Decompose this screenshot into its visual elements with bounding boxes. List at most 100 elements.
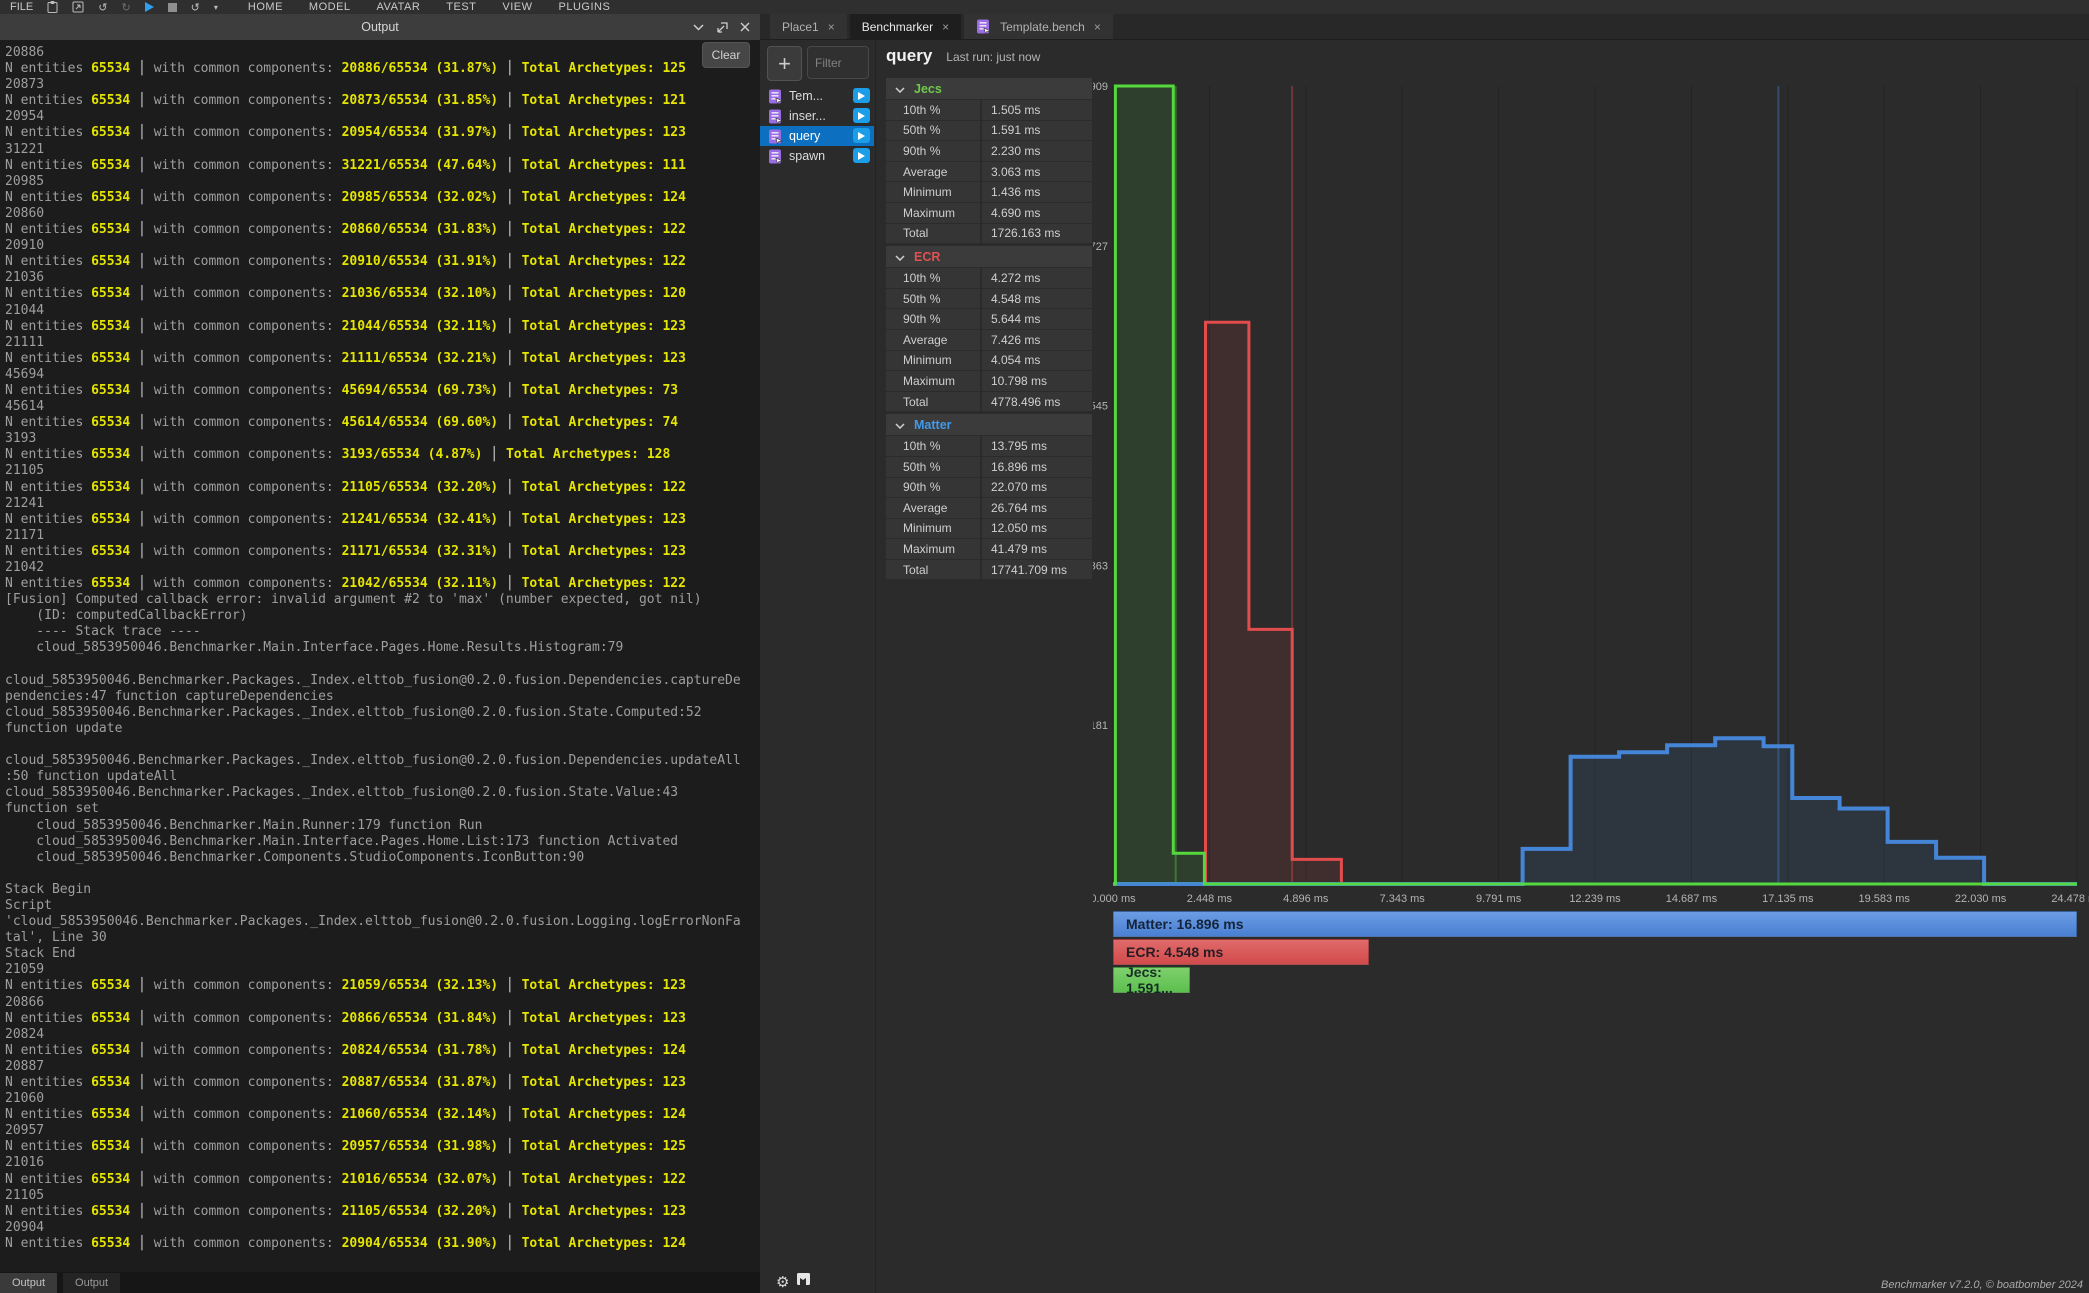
section-header-jecs[interactable]: Jecs: [886, 78, 1092, 99]
caret-down-icon[interactable]: ▾: [214, 3, 218, 12]
section-name: Matter: [914, 418, 952, 432]
console-line: 20866: [5, 995, 760, 1011]
console-line: 21036: [5, 270, 760, 286]
open-icon[interactable]: [72, 1, 84, 13]
play-icon: [858, 152, 865, 160]
docs-icon[interactable]: [796, 1272, 811, 1291]
tab-benchmarker[interactable]: Benchmarker×: [850, 14, 961, 39]
menu-view[interactable]: VIEW: [502, 1, 532, 13]
add-benchmark-button[interactable]: +: [767, 46, 802, 81]
console-line: 45614: [5, 399, 760, 415]
benchmark-list: Tem...inser...queryspawn: [760, 86, 874, 166]
run-benchmark-button[interactable]: [853, 108, 870, 123]
stat-value: 1726.163 ms: [982, 224, 1092, 244]
menu-test[interactable]: TEST: [446, 1, 476, 13]
stop-icon[interactable]: [168, 3, 177, 12]
run-benchmark-button[interactable]: [853, 128, 870, 143]
clear-button[interactable]: Clear: [702, 42, 750, 68]
tab-close-icon[interactable]: ×: [828, 20, 835, 34]
output-panel: Output Clear 20886 N entities 65534 │ wit…: [0, 14, 760, 1272]
console-line: 20873: [5, 77, 760, 93]
settings-gear-icon[interactable]: ⚙: [776, 1273, 789, 1291]
close-icon[interactable]: [740, 22, 750, 32]
tab-close-icon[interactable]: ×: [1094, 20, 1101, 34]
stat-row: Maximum10.798 ms: [886, 371, 1092, 391]
stat-label: Average: [886, 162, 980, 182]
stat-label: Maximum: [886, 539, 980, 559]
svg-text:909: 909: [1093, 81, 1108, 93]
play-icon[interactable]: [145, 2, 154, 12]
console-line: [5, 657, 760, 673]
script-icon: [768, 149, 783, 164]
console-entry-line: N entities 65534 │ with common component…: [5, 978, 760, 994]
tab-close-icon[interactable]: ×: [942, 20, 949, 34]
console-entry-line: N entities 65534 │ with common component…: [5, 544, 760, 560]
play-icon: [858, 132, 865, 140]
stat-row: 90th %5.644 ms: [886, 309, 1092, 329]
paste-icon[interactable]: [47, 1, 58, 13]
console-line: [5, 866, 760, 882]
last-run-label: Last run: just now: [946, 50, 1040, 64]
bottom-tab-output[interactable]: Output: [63, 1273, 120, 1293]
run-benchmark-button[interactable]: [853, 88, 870, 103]
output-panel-header[interactable]: Output: [0, 14, 760, 40]
menu-avatar[interactable]: AVATAR: [377, 1, 421, 13]
histogram-chart[interactable]: 0.000 ms2.448 ms4.896 ms7.343 ms9.791 ms…: [1093, 60, 2089, 920]
chevron-down-icon: [895, 416, 905, 434]
stat-label: Minimum: [886, 351, 980, 371]
stat-value: 13.795 ms: [982, 436, 1092, 456]
stat-label: 90th %: [886, 309, 980, 329]
stat-row: 10th %13.795 ms: [886, 436, 1092, 456]
benchmark-item-spawn[interactable]: spawn: [760, 146, 874, 166]
console-line: 20957: [5, 1123, 760, 1139]
tab-template-bench[interactable]: Template.bench×: [964, 14, 1113, 39]
legend-bar-matter[interactable]: Matter: 16.896 ms: [1113, 911, 2077, 937]
console-entry-line: N entities 65534 │ with common component…: [5, 222, 760, 238]
menu-home[interactable]: HOME: [248, 1, 283, 13]
stat-value: 3.063 ms: [982, 162, 1092, 182]
dock-icon[interactable]: [716, 22, 728, 33]
reset-icon[interactable]: ↺: [191, 1, 200, 14]
console-line: 21044: [5, 303, 760, 319]
section-header-ecr[interactable]: ECR: [886, 246, 1092, 267]
console-line: 21060: [5, 1091, 760, 1107]
filter-input[interactable]: [808, 47, 868, 78]
benchmark-item-inser[interactable]: inser...: [760, 106, 874, 126]
console-line: 20886: [5, 45, 760, 61]
console-line: 20910: [5, 238, 760, 254]
file-menu[interactable]: FILE: [10, 1, 33, 13]
bottom-tab-output[interactable]: Output: [0, 1273, 57, 1293]
stat-row: Average3.063 ms: [886, 162, 1092, 182]
tab-place1[interactable]: Place1×: [770, 14, 847, 39]
console-line: 21241: [5, 496, 760, 512]
console-line: function update: [5, 721, 760, 737]
legend-bar-ecr[interactable]: ECR: 4.548 ms: [1113, 939, 1369, 965]
console-entry-line: N entities 65534 │ with common component…: [5, 1204, 760, 1220]
chart-legend: Matter: 16.896 msECR: 4.548 msJecs: 1.59…: [1113, 911, 2077, 995]
chevron-down-icon[interactable]: [693, 24, 704, 31]
results-panel: query Last run: just now Jecs10th %1.505…: [886, 46, 1092, 579]
undo-icon[interactable]: ↺: [98, 1, 107, 14]
console-entry-line: N entities 65534 │ with common component…: [5, 319, 760, 335]
legend-bar-jecs[interactable]: Jecs: 1.591...: [1113, 967, 1190, 993]
stat-value: 4.054 ms: [982, 351, 1092, 371]
svg-text:727: 727: [1093, 241, 1108, 253]
console-log[interactable]: 20886 N entities 65534 │ with common comp…: [0, 40, 760, 1272]
stat-row: 90th %2.230 ms: [886, 141, 1092, 161]
benchmark-item-Tem[interactable]: Tem...: [760, 86, 874, 106]
menu-plugins[interactable]: PLUGINS: [559, 1, 611, 13]
redo-icon[interactable]: ↻: [121, 1, 130, 14]
stat-row: Average26.764 ms: [886, 498, 1092, 518]
console-line: cloud_5853950046.Benchmarker.Main.Runner…: [5, 818, 760, 834]
stat-label: 90th %: [886, 141, 980, 161]
section-header-matter[interactable]: Matter: [886, 414, 1092, 435]
benchmark-item-query[interactable]: query: [760, 126, 874, 146]
console-line: 21105: [5, 463, 760, 479]
console-line: cloud_5853950046.Benchmarker.Packages._I…: [5, 673, 760, 689]
console-line: 21105: [5, 1188, 760, 1204]
menu-model[interactable]: MODEL: [309, 1, 351, 13]
stat-label: Minimum: [886, 519, 980, 539]
benchmark-list-panel: + Tem...inser...queryspawn ⚙: [760, 40, 876, 1293]
run-benchmark-button[interactable]: [853, 148, 870, 163]
stat-label: Average: [886, 330, 980, 350]
